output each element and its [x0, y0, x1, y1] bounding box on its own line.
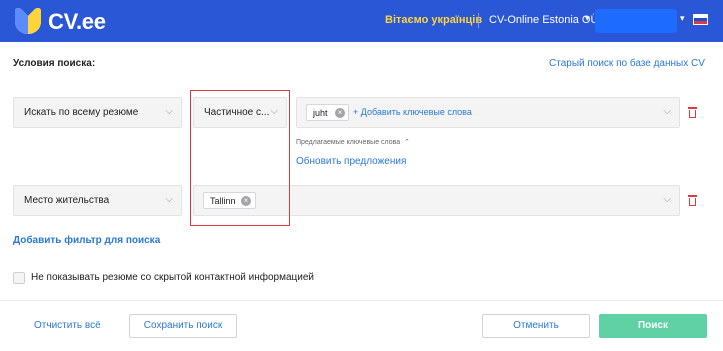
brand-name[interactable]: CV.ee	[48, 9, 106, 35]
chevron-down-icon: ⌵	[663, 194, 671, 205]
save-search-button[interactable]: Сохранить поиск	[129, 314, 237, 338]
search-field-value: Искать по всему резюме	[24, 107, 139, 118]
hide-contact-label[interactable]: Не показывать резюме со скрытой контактн…	[31, 272, 314, 283]
footer-divider	[0, 300, 723, 301]
chevron-down-icon[interactable]: ▾	[585, 13, 590, 24]
add-filter-link[interactable]: Добавить фильтр для поиска	[13, 235, 160, 246]
refresh-suggestions-link[interactable]: Обновить предложения	[296, 156, 406, 167]
keyword-chip-label: juht	[313, 108, 328, 118]
ukraine-greeting-link[interactable]: Вітаємо українців	[385, 14, 482, 26]
user-account-menu[interactable]	[595, 9, 677, 33]
search-conditions-title: Условия поиска:	[13, 58, 96, 69]
top-header: CV.ee Вітаємо українців CV-Online Estoni…	[0, 0, 723, 42]
russian-flag-icon[interactable]	[693, 14, 708, 25]
cv-logo-icon[interactable]	[13, 7, 43, 35]
hide-contact-checkbox[interactable]	[13, 272, 25, 284]
search-field-select[interactable]: Искать по всему резюме ⌵	[13, 97, 182, 128]
header-divider	[478, 13, 479, 28]
chevron-down-icon: ⌵	[165, 106, 173, 117]
residence-field-select[interactable]: Место жительства ⌵	[13, 185, 182, 216]
keyword-chip: juht ×	[306, 104, 349, 121]
old-cv-search-link[interactable]: Старый поиск по базе данных CV	[549, 58, 705, 69]
company-selector[interactable]: CV-Online Estonia OÜ	[489, 14, 598, 26]
remove-keyword-icon[interactable]: ×	[335, 108, 345, 118]
residence-field-value: Место жительства	[24, 195, 110, 206]
cancel-button[interactable]: Отменить	[482, 314, 590, 338]
chevron-down-icon: ⌵	[165, 194, 173, 205]
clear-all-link[interactable]: Отчистить всё	[34, 320, 101, 331]
highlight-box	[190, 90, 290, 226]
chevron-down-icon[interactable]: ▾	[680, 13, 685, 24]
delete-filter-icon[interactable]	[688, 107, 697, 118]
chevron-down-icon: ⌵	[663, 106, 671, 117]
add-keywords-link[interactable]: + Добавить ключевые слова	[353, 107, 472, 117]
chevron-up-icon[interactable]: ⌃	[404, 138, 410, 146]
suggested-keywords-label[interactable]: Предлагаемые ключевые слова	[296, 139, 400, 146]
search-button[interactable]: Поиск	[599, 314, 707, 338]
delete-filter-icon[interactable]	[688, 195, 697, 206]
